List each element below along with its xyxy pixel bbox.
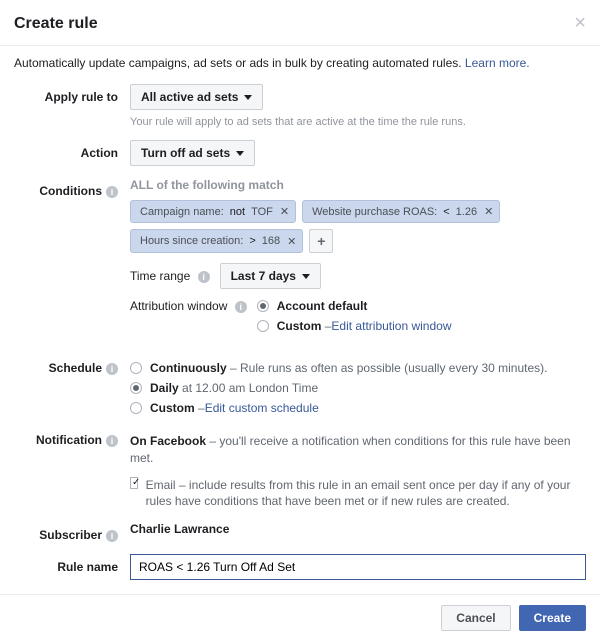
info-icon[interactable]: i [106, 186, 118, 198]
chip-op: not [227, 206, 248, 218]
edit-attribution-link[interactable]: Edit attribution window [331, 319, 451, 333]
intro-description: Automatically update campaigns, ad sets … [14, 56, 465, 70]
caret-down-icon [244, 95, 252, 100]
info-icon[interactable]: i [198, 271, 210, 283]
conditions-row: Conditions i ALL of the following match C… [14, 178, 586, 349]
notification-email-row[interactable]: Email – include results from this rule i… [130, 477, 586, 511]
info-icon[interactable]: i [106, 363, 118, 375]
schedule-label: Schedule [49, 361, 102, 375]
time-range-label: Time range [130, 269, 190, 283]
apply-rule-value: All active ad sets [141, 90, 238, 104]
schedule-daily-label: Daily [150, 381, 179, 395]
radio-icon [257, 320, 269, 332]
action-dropdown[interactable]: Turn off ad sets [130, 140, 255, 166]
action-label: Action [14, 140, 130, 166]
attribution-custom-label: Custom [277, 319, 322, 333]
notification-email-label: Email [146, 478, 176, 492]
action-row: Action Turn off ad sets [14, 140, 586, 166]
chip-val: TOF [248, 206, 276, 218]
chip-remove-icon[interactable]: ✕ [287, 235, 296, 248]
learn-more-link[interactable]: Learn more. [465, 56, 530, 70]
notification-onfb: On Facebook – you'll receive a notificat… [130, 433, 586, 467]
schedule-option-continuously[interactable]: Continuously – Rule runs as often as pos… [130, 361, 586, 375]
time-range-value: Last 7 days [231, 269, 296, 283]
form: Apply rule to All active ad sets Your ru… [0, 84, 600, 594]
attribution-label: Attribution window [130, 299, 227, 313]
schedule-option-custom[interactable]: Custom – Edit custom schedule [130, 401, 586, 415]
add-condition-button[interactable]: + [309, 229, 333, 253]
condition-chips: Campaign name: not TOF ✕ Website purchas… [130, 200, 586, 253]
subscriber-label: Subscriber [39, 528, 102, 542]
attribution-option-custom[interactable]: Custom – Edit attribution window [257, 319, 452, 333]
info-icon[interactable]: i [235, 301, 247, 313]
dialog-title: Create rule [14, 15, 98, 33]
radio-icon [130, 382, 142, 394]
apply-rule-dropdown[interactable]: All active ad sets [130, 84, 263, 110]
notification-row: Notification i On Facebook – you'll recei… [14, 433, 586, 510]
subscriber-name: Charlie Lawrance [130, 522, 229, 536]
attribution-row: Attribution window i Account default Cus… [130, 299, 586, 339]
subscriber-row: Subscriber i Charlie Lawrance [14, 522, 586, 542]
chip-field: Campaign name: [137, 206, 227, 218]
attribution-default-label: Account default [277, 299, 368, 313]
attribution-option-default[interactable]: Account default [257, 299, 452, 313]
action-value: Turn off ad sets [141, 146, 230, 160]
rule-name-label: Rule name [14, 554, 130, 580]
schedule-cont-desc: – Rule runs as often as possible (usuall… [227, 361, 548, 375]
chip-val: 168 [259, 235, 283, 247]
cancel-button[interactable]: Cancel [441, 605, 510, 631]
chip-remove-icon[interactable]: ✕ [484, 205, 493, 218]
caret-down-icon [236, 151, 244, 156]
radio-icon [130, 402, 142, 414]
apply-rule-helper: Your rule will apply to ad sets that are… [130, 116, 586, 128]
email-checkbox[interactable] [130, 477, 138, 489]
create-button[interactable]: Create [519, 605, 586, 631]
create-rule-dialog: Create rule × Automatically update campa… [0, 0, 600, 641]
condition-chip-hours[interactable]: Hours since creation: > 168 ✕ [130, 229, 303, 253]
radio-icon [257, 300, 269, 312]
time-range-row: Time range i Last 7 days [130, 263, 586, 289]
notification-label: Notification [36, 433, 102, 447]
dialog-header: Create rule × [0, 0, 600, 46]
schedule-daily-desc: at 12.00 am London Time [179, 381, 318, 395]
info-icon[interactable]: i [106, 435, 118, 447]
caret-down-icon [302, 274, 310, 279]
apply-rule-row: Apply rule to All active ad sets Your ru… [14, 84, 586, 128]
chip-field: Website purchase ROAS: [309, 206, 440, 218]
schedule-custom-label: Custom [150, 401, 195, 415]
radio-icon [130, 362, 142, 374]
schedule-row: Schedule i Continuously – Rule runs as of… [14, 361, 586, 421]
chip-op: > [246, 235, 258, 247]
condition-chip-campaign-name[interactable]: Campaign name: not TOF ✕ [130, 200, 296, 223]
chip-remove-icon[interactable]: ✕ [280, 205, 289, 218]
time-range-dropdown[interactable]: Last 7 days [220, 263, 321, 289]
conditions-label: Conditions [39, 184, 102, 198]
schedule-cont-label: Continuously [150, 361, 227, 375]
condition-chip-roas[interactable]: Website purchase ROAS: < 1.26 ✕ [302, 200, 500, 223]
rule-name-input[interactable] [130, 554, 586, 580]
rule-name-row: Rule name [14, 554, 586, 580]
notification-email-desc: – include results from this rule in an e… [146, 478, 571, 509]
info-icon[interactable]: i [106, 530, 118, 542]
dialog-footer: Cancel Create [0, 594, 600, 641]
chip-op: < [440, 206, 452, 218]
conditions-header: ALL of the following match [130, 178, 586, 192]
apply-rule-label: Apply rule to [14, 84, 130, 128]
chip-val: 1.26 [453, 206, 480, 218]
close-icon[interactable]: × [574, 12, 586, 35]
notification-onfb-label: On Facebook [130, 434, 206, 448]
intro-text: Automatically update campaigns, ad sets … [0, 46, 600, 84]
schedule-option-daily[interactable]: Daily at 12.00 am London Time [130, 381, 586, 395]
chip-field: Hours since creation: [137, 235, 246, 247]
edit-schedule-link[interactable]: Edit custom schedule [205, 401, 319, 415]
